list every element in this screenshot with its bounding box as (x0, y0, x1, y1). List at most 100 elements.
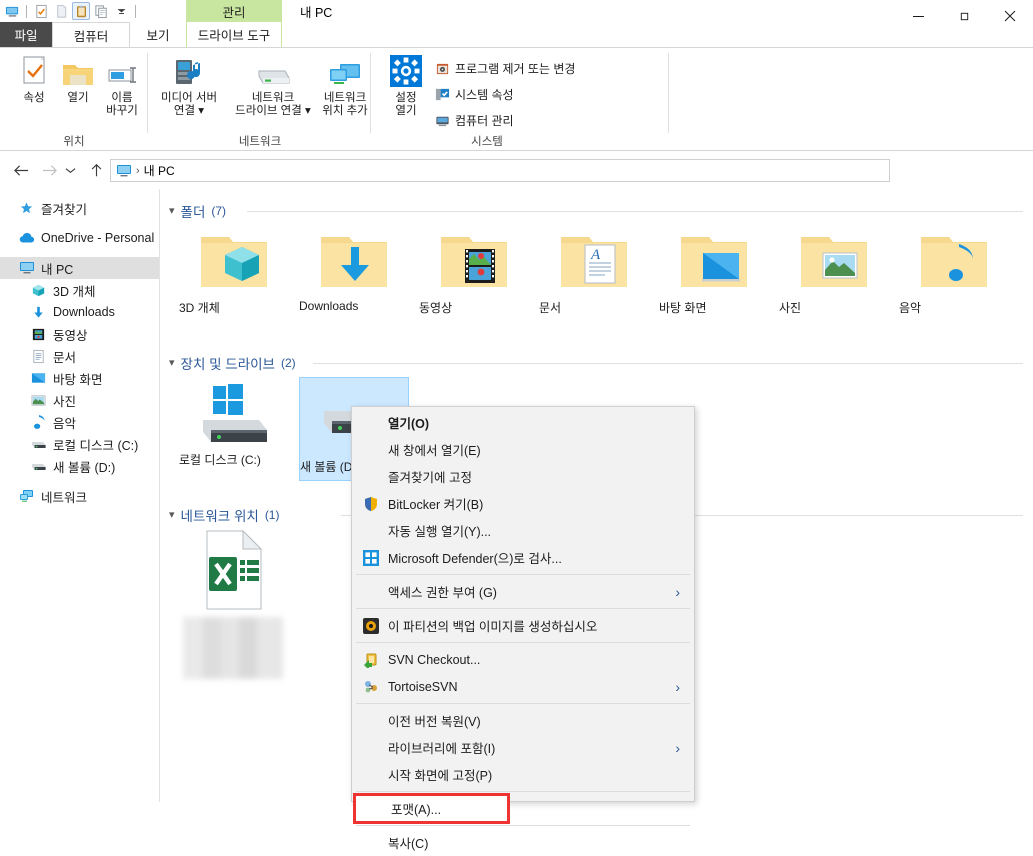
ribbon-item-system-properties[interactable]: 시스템 속성 (434, 84, 514, 104)
menu-item-no-icon (360, 765, 382, 785)
copy-icon[interactable] (92, 2, 110, 20)
sidebar-item-label: 바탕 화면 (53, 372, 103, 387)
menu-item-format[interactable]: 포맷(A)... (353, 793, 510, 824)
menu-item-include-in-library[interactable]: 라이브러리에 포함(I) › (352, 734, 694, 761)
sidebar-item-label: 문서 (53, 350, 77, 365)
menu-item-svn-checkout[interactable]: SVN Checkout... (352, 646, 694, 673)
menu-item-restore-previous-versions[interactable]: 이전 버전 복원(V) (352, 707, 694, 734)
menu-item-pin-to-quick-access[interactable]: 즐겨찾기에 고정 (352, 463, 694, 490)
window-title: 내 PC (300, 5, 333, 20)
chevron-down-icon[interactable]: ▾ (169, 357, 175, 369)
back-button[interactable] (10, 159, 32, 181)
network-location-tile[interactable] (179, 525, 289, 679)
menu-item-pin-to-start[interactable]: 시작 화면에 고정(P) (352, 761, 694, 788)
folder-video-icon (419, 225, 529, 299)
pc-icon[interactable] (3, 2, 21, 20)
folder-picture-icon (779, 225, 889, 299)
document-icon (30, 348, 47, 365)
forward-button[interactable] (38, 159, 60, 181)
menu-item-turn-on-bitlocker[interactable]: BitLocker 켜기(B) (352, 490, 694, 517)
group-header-network-locations[interactable]: ▾ 네트워크 위치 (1) (169, 505, 279, 525)
sidebar-item-quick-access[interactable]: 즐겨찾기 (0, 197, 159, 219)
sidebar-item-label: 사진 (53, 394, 77, 409)
menu-item-open-autoplay[interactable]: 자동 실행 열기(Y)... (352, 517, 694, 544)
ribbon-item-computer-management[interactable]: 컴퓨터 관리 (434, 110, 514, 130)
sidebar-item-desktop[interactable]: 바탕 화면 (0, 367, 159, 389)
ribbon-button-media-server[interactable]: 미디어 서버 연결 ▾ (153, 53, 225, 125)
folder-tile-desktop[interactable]: 바탕 화면 (659, 225, 769, 325)
folder-tile-pictures[interactable]: 사진 (779, 225, 889, 325)
navigation-pane[interactable]: 즐겨찾기 OneDrive - Personal 내 PC 3D 개체 Download… (0, 189, 160, 802)
menu-item-no-icon (360, 521, 382, 541)
menu-item-label: 이전 버전 복원(V) (388, 715, 481, 729)
context-menu[interactable]: 열기(O) 새 창에서 열기(E) 즐겨찾기에 고정 BitLocker 켜기(B) 자… (351, 406, 695, 851)
sidebar-item-music[interactable]: 음악 (0, 411, 159, 433)
menu-item-label: 이 파티션의 백업 이미지를 생성하십시오 (388, 620, 598, 634)
tab-drive-tools[interactable]: 드라이브 도구 (186, 22, 282, 47)
clipboard-icon[interactable] (72, 2, 90, 20)
sidebar-item-onedrive[interactable]: OneDrive - Personal (0, 227, 159, 249)
breadcrumb[interactable]: 내 PC (144, 162, 175, 179)
menu-item-create-backup-image[interactable]: 이 파티션의 백업 이미지를 생성하십시오 (352, 612, 694, 639)
menu-item-open-new-window[interactable]: 새 창에서 열기(E) (352, 436, 694, 463)
recent-locations-button[interactable] (62, 159, 78, 181)
sidebar-item-videos[interactable]: 동영상 (0, 323, 159, 345)
network-drive-icon (253, 53, 293, 89)
menu-item-open[interactable]: 열기(O) (352, 409, 694, 436)
sidebar-item-pictures[interactable]: 사진 (0, 389, 159, 411)
chevron-down-icon[interactable]: ▾ (169, 205, 175, 217)
folder-tile-documents[interactable]: A 문서 (539, 225, 649, 325)
folder-tile-3d-objects[interactable]: 3D 개체 (179, 225, 289, 325)
sidebar-item-downloads[interactable]: Downloads (0, 301, 159, 323)
folder-tile-videos[interactable]: 동영상 (419, 225, 529, 325)
folder-label: 바탕 화면 (659, 301, 707, 315)
rename-icon (105, 53, 139, 89)
folder-tile-downloads[interactable]: Downloads (299, 225, 409, 325)
tab-view[interactable]: 보기 (130, 22, 186, 47)
sidebar-item-label: 내 PC (41, 262, 74, 277)
group-header-devices-and-drives[interactable]: ▾ 장치 및 드라이브 (2) (169, 353, 296, 373)
uninstall-icon (434, 60, 450, 76)
menu-item-tortoisesvn[interactable]: TortoiseSVN › (352, 673, 694, 700)
menu-item-give-access-to[interactable]: 액세스 권한 부여 (G) › (352, 578, 694, 605)
ribbon-button-map-network-drive[interactable]: 네트워크 드라이브 연결 ▾ (227, 53, 319, 125)
sidebar-item-label: 음악 (53, 416, 77, 431)
menu-item-scan-with-defender[interactable]: Microsoft Defender(으)로 검사... (352, 544, 694, 571)
folder-desktop-icon (659, 225, 769, 299)
drive-tile-local-disk-c[interactable]: 로컬 디스크 (C:) (179, 377, 289, 477)
sidebar-item-documents[interactable]: 문서 (0, 345, 159, 367)
chevron-down-icon[interactable]: ▾ (169, 509, 175, 521)
ribbon: 속성 열기 이름 바꾸기 위치 미디어 서버 연결 ▾ 네트워크 드라이브 연결… (0, 47, 1033, 151)
ribbon-button-add-network-location[interactable]: 네트워크 위치 추가 (321, 53, 369, 125)
sidebar-item-3d-objects[interactable]: 3D 개체 (0, 279, 159, 301)
folder-tile-music[interactable]: 음악 (899, 225, 1009, 325)
customize-dropdown-icon[interactable] (112, 2, 130, 20)
menu-item-copy[interactable]: 복사(C) (352, 829, 694, 856)
address-input[interactable]: › 내 PC (110, 159, 890, 182)
ribbon-item-uninstall-change-program[interactable]: 프로그램 제거 또는 변경 (434, 58, 575, 78)
tab-computer[interactable]: 컴퓨터 (52, 22, 130, 47)
ribbon-button-open-settings[interactable]: 설정 열기 (382, 53, 430, 125)
sidebar-item-network[interactable]: 네트워크 (0, 485, 159, 507)
sidebar-item-label: Downloads (53, 305, 115, 319)
folder-music-icon (899, 225, 1009, 299)
new-folder-icon[interactable] (52, 2, 70, 20)
cloud-icon (18, 230, 35, 247)
menu-item-label: 열기(O) (388, 417, 430, 431)
menu-separator (356, 703, 690, 704)
sidebar-item-this-pc[interactable]: 내 PC (0, 257, 159, 279)
group-header-folders[interactable]: ▾ 폴더 (7) (169, 201, 226, 221)
sidebar-item-label: 새 볼륨 (D:) (53, 460, 116, 475)
up-button[interactable] (85, 159, 107, 181)
sidebar-item-local-disk-c[interactable]: 로컬 디스크 (C:) (0, 433, 159, 455)
properties-icon[interactable] (32, 2, 50, 20)
properties-icon (18, 53, 50, 89)
sidebar-item-label: 동영상 (53, 328, 88, 343)
tab-file[interactable]: 파일 (0, 22, 52, 47)
drive-label: 로컬 디스크 (C:) (179, 453, 261, 467)
menu-item-no-icon (360, 467, 382, 487)
divider (147, 53, 148, 133)
ribbon-button-rename[interactable]: 이름 바꾸기 (96, 53, 148, 125)
sidebar-item-new-volume-d[interactable]: 새 볼륨 (D:) (0, 455, 159, 477)
group-label: 장치 및 드라이브 (180, 357, 275, 372)
